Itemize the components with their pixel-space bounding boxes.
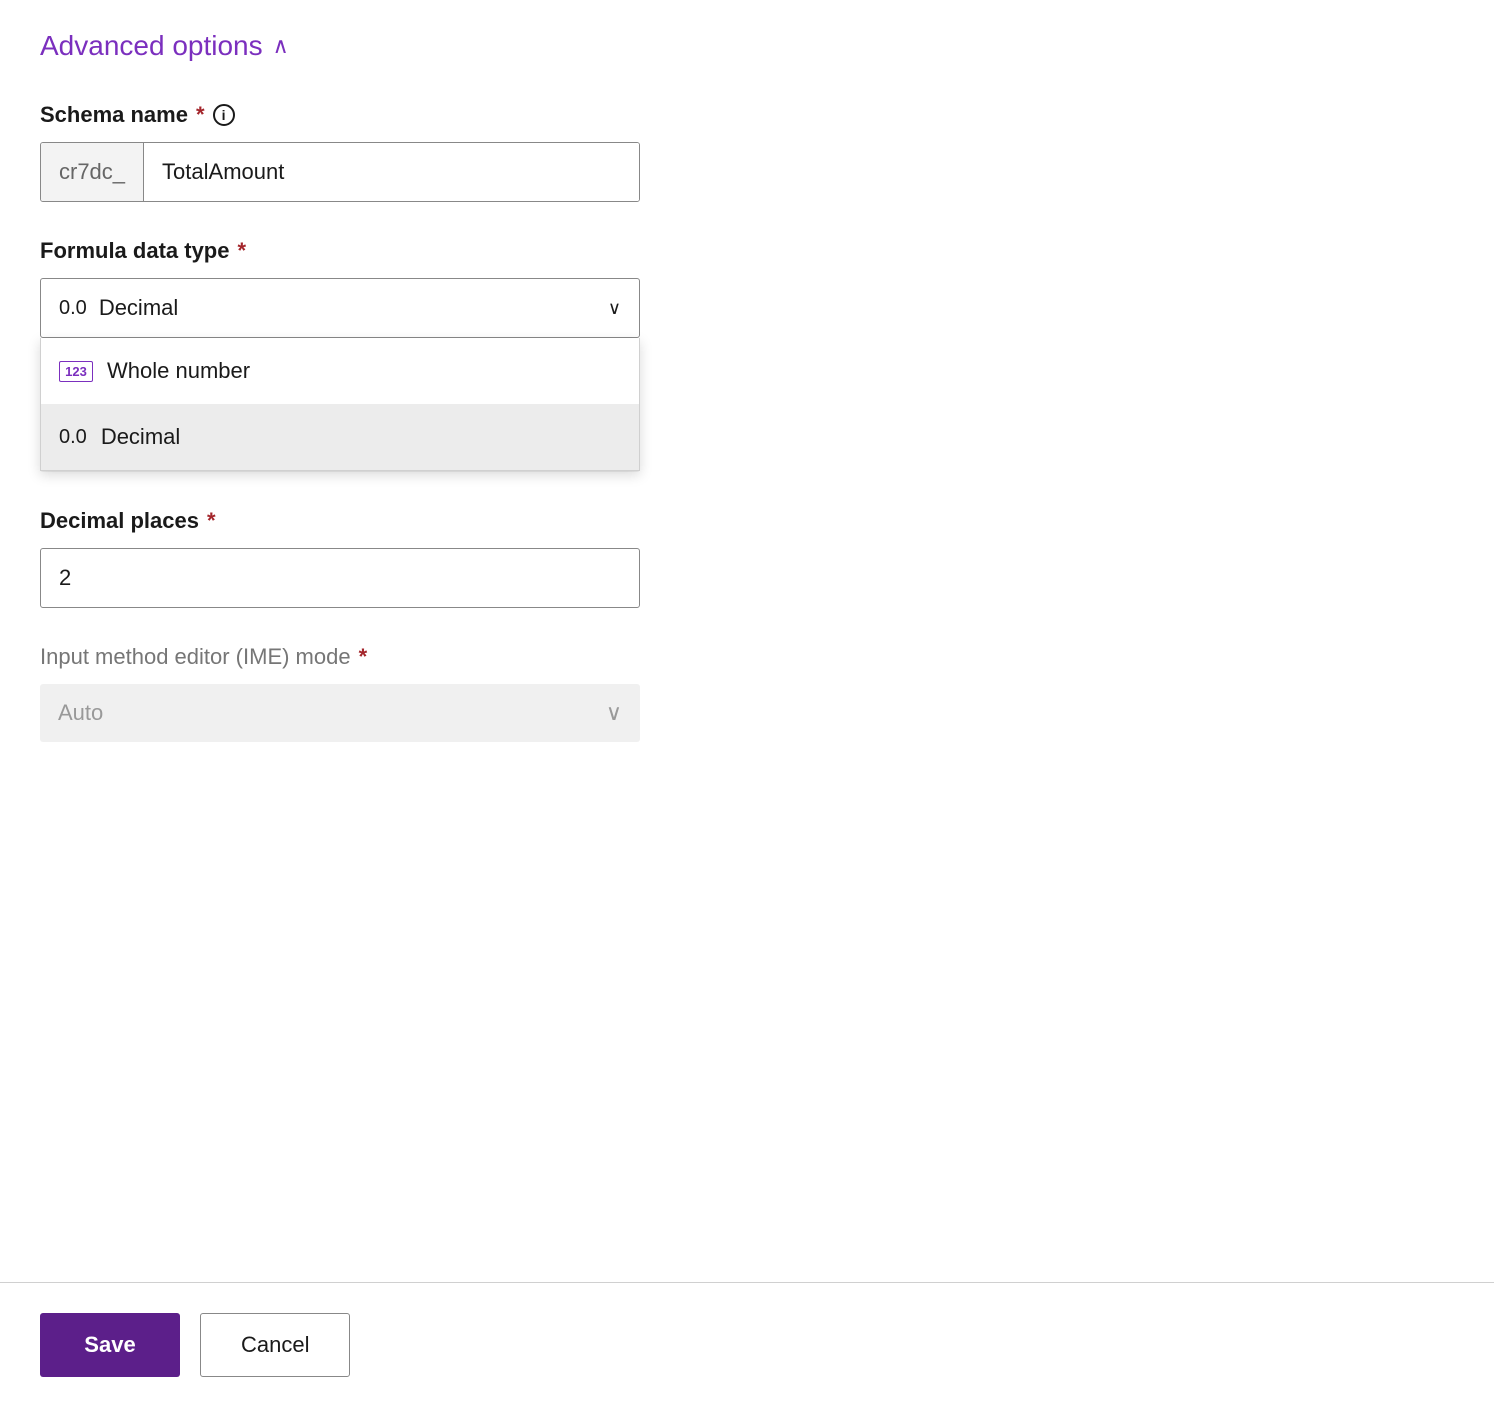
save-button[interactable]: Save — [40, 1313, 180, 1377]
schema-name-required: * — [196, 102, 205, 128]
ime-mode-label: Input method editor (IME) mode * — [40, 644, 1454, 670]
decimal-places-section: Decimal places * — [40, 508, 1454, 608]
ime-mode-required: * — [359, 644, 368, 670]
formula-data-type-label: Formula data type * — [40, 238, 1454, 264]
schema-name-input[interactable] — [144, 143, 639, 201]
whole-number-label: Whole number — [107, 358, 250, 384]
footer: Save Cancel — [0, 1282, 1494, 1407]
cancel-button[interactable]: Cancel — [200, 1313, 350, 1377]
dropdown-item-whole-number[interactable]: 123 Whole number — [41, 338, 639, 404]
formula-data-type-section: Formula data type * 0.0 Decimal ∨ 123 Wh… — [40, 238, 1454, 338]
ime-mode-dropdown[interactable]: Auto ∨ — [40, 684, 640, 742]
schema-name-info-icon[interactable]: i — [213, 104, 235, 126]
formula-data-type-dropdown-container: 0.0 Decimal ∨ 123 Whole number 0.0 Decim… — [40, 278, 640, 338]
ime-mode-chevron-icon: ∨ — [606, 700, 622, 726]
formula-data-type-menu: 123 Whole number 0.0 Decimal — [40, 338, 640, 471]
decimal-option-icon: 0.0 — [59, 426, 87, 449]
ime-mode-section: Input method editor (IME) mode * Auto ∨ — [40, 644, 1454, 742]
schema-name-label: Schema name * i — [40, 102, 1454, 128]
advanced-options-header[interactable]: Advanced options ∧ — [40, 30, 1454, 62]
decimal-places-required: * — [207, 508, 216, 534]
formula-type-chevron-icon: ∨ — [608, 298, 621, 319]
ime-mode-selected: Auto — [58, 700, 103, 726]
advanced-options-title[interactable]: Advanced options — [40, 30, 263, 62]
decimal-places-label: Decimal places * — [40, 508, 1454, 534]
schema-name-field: cr7dc_ — [40, 142, 640, 202]
selected-decimal-label: Decimal — [99, 295, 178, 321]
whole-number-icon: 123 — [59, 361, 93, 382]
formula-data-type-required: * — [237, 238, 246, 264]
chevron-up-icon[interactable]: ∧ — [273, 33, 289, 59]
schema-prefix: cr7dc_ — [41, 143, 144, 201]
formula-data-type-dropdown[interactable]: 0.0 Decimal ∨ — [40, 278, 640, 338]
schema-name-section: Schema name * i cr7dc_ — [40, 102, 1454, 202]
dropdown-item-decimal[interactable]: 0.0 Decimal — [41, 404, 639, 470]
selected-decimal-icon: 0.0 — [59, 297, 87, 320]
decimal-label: Decimal — [101, 424, 180, 450]
decimal-places-input[interactable] — [40, 548, 640, 608]
